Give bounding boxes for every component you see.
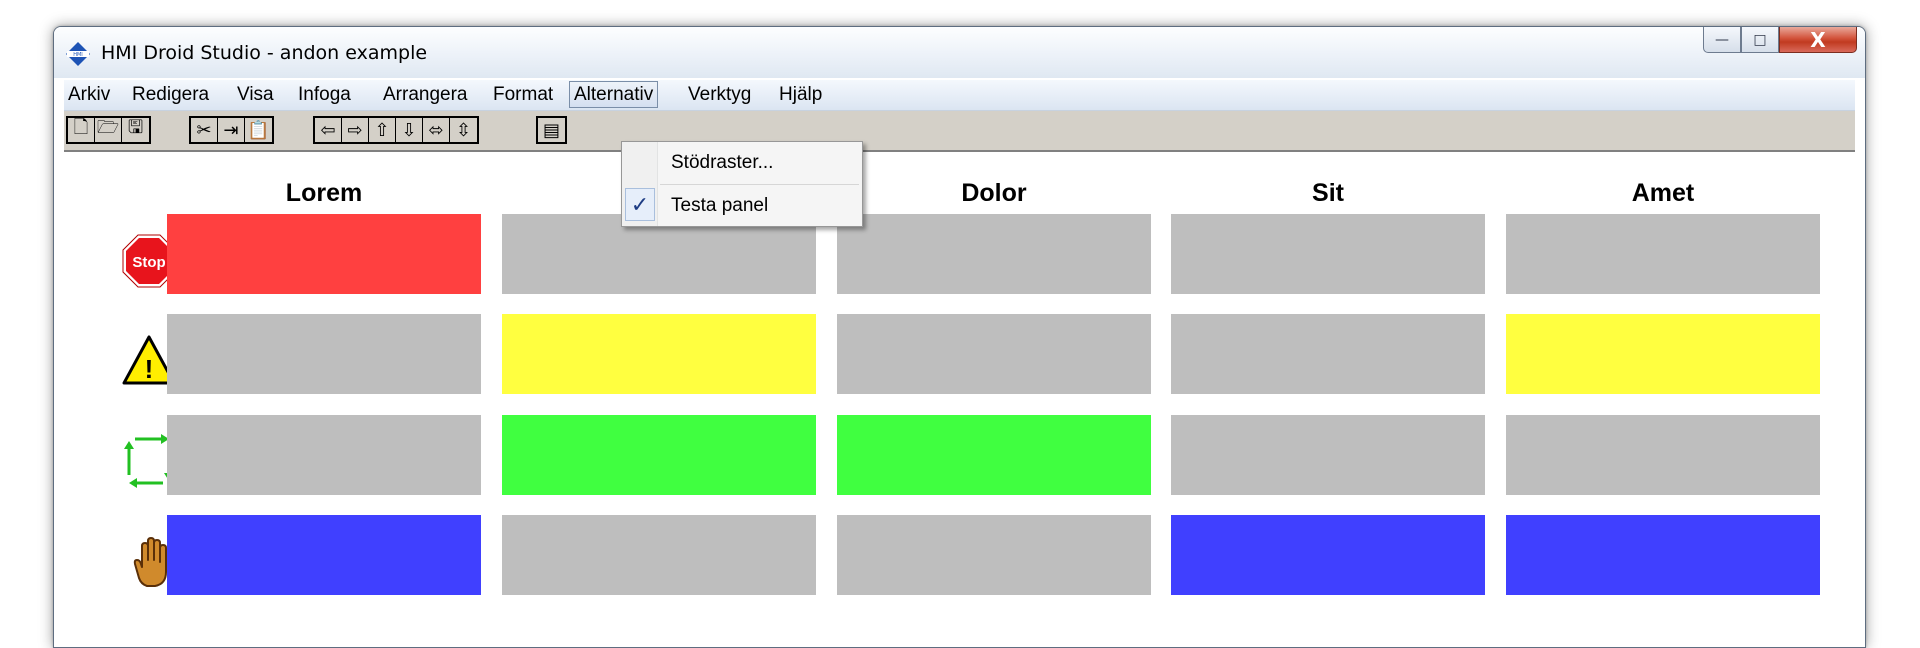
indicator-dolor-row4 (837, 515, 1151, 595)
close-button[interactable]: X (1779, 27, 1857, 53)
column-header-sit: Sit (1312, 179, 1344, 207)
stop-sign-text: Stop (132, 254, 165, 271)
open-folder-icon[interactable]: 🗁 (95, 117, 122, 142)
indicator-lorem-row1 (167, 214, 481, 294)
indicator-amet-row4 (1506, 515, 1820, 595)
arrow-horizontal-icon[interactable]: ⬄ (423, 118, 450, 142)
arrow-left-icon[interactable]: ⇦ (315, 118, 342, 142)
caption-buttons: — □ X (1703, 27, 1857, 55)
arrow-down-icon[interactable]: ⇩ (396, 118, 423, 142)
indicator-sit-row1 (1171, 214, 1485, 294)
new-icon[interactable]: 🗋 (68, 117, 95, 142)
toolbar-move-group: ⇦ ⇨ ⇧ ⇩ ⬄ ⇳ (313, 116, 479, 144)
indicator-lorem-row4 (167, 515, 481, 595)
menu-arrangera[interactable]: Arrangera (379, 81, 472, 108)
menu-arkiv[interactable]: Arkiv (64, 81, 114, 108)
align-icon[interactable]: ⇥ (218, 118, 245, 142)
toolbar: 🗋 🗁 🖫 ✂ ⇥ 📋 ⇦ ⇨ ⇧ ⇩ ⬄ ⇳ ▤ (64, 111, 1855, 152)
check-icon: ✓ (625, 188, 655, 221)
menu-alternativ[interactable]: Alternativ (569, 81, 659, 108)
indicator-ipsum-row2 (502, 314, 816, 394)
menu-item-testa-panel[interactable]: Testa panel (671, 195, 768, 217)
toolbar-file-group: 🗋 🗁 🖫 (66, 116, 151, 144)
hmi-droid-icon: HMI (66, 42, 90, 66)
cut-icon[interactable]: ✂ (191, 118, 218, 142)
arrow-vertical-icon[interactable]: ⇳ (450, 118, 477, 142)
menu-item-stodraster[interactable]: Stödraster... (671, 152, 773, 174)
menu-visa[interactable]: Visa (233, 81, 278, 108)
minimize-button[interactable]: — (1703, 27, 1741, 53)
menu-bar: Arkiv Redigera Visa Infoga Arrangera For… (64, 80, 1855, 111)
indicator-lorem-row3 (167, 415, 481, 495)
maximize-button[interactable]: □ (1741, 27, 1779, 53)
column-header-dolor: Dolor (961, 179, 1027, 207)
indicator-dolor-row2 (837, 314, 1151, 394)
svg-text:HMI: HMI (73, 52, 83, 58)
paste-icon[interactable]: 📋 (245, 118, 272, 142)
arrow-up-icon[interactable]: ⇧ (369, 118, 396, 142)
indicator-sit-row2 (1171, 314, 1485, 394)
menu-verktyg[interactable]: Verktyg (684, 81, 755, 108)
app-window: HMI HMI Droid Studio - andon example — □… (53, 26, 1866, 648)
indicator-sit-row3 (1171, 415, 1485, 495)
properties-icon[interactable]: ▤ (538, 118, 565, 142)
indicator-amet-row2 (1506, 314, 1820, 394)
menu-redigera[interactable]: Redigera (128, 81, 213, 108)
title-bar: HMI HMI Droid Studio - andon example — □… (54, 27, 1865, 78)
alternativ-dropdown-menu: Stödraster... ✓ Testa panel (621, 141, 863, 227)
dropdown-separator (660, 184, 859, 185)
indicator-dolor-row1 (837, 214, 1151, 294)
menu-format[interactable]: Format (489, 81, 557, 108)
column-header-lorem: Lorem (285, 179, 363, 207)
toolbar-edit-group: ✂ ⇥ 📋 (189, 116, 274, 144)
indicator-dolor-row3 (837, 415, 1151, 495)
indicator-ipsum-row3 (502, 415, 816, 495)
window-title: HMI Droid Studio - andon example (101, 42, 428, 64)
save-icon[interactable]: 🖫 (122, 117, 149, 142)
indicator-lorem-row2 (167, 314, 481, 394)
warning-icon-text: ! (145, 354, 154, 384)
menu-hjalp[interactable]: Hjälp (775, 81, 826, 108)
indicator-sit-row4 (1171, 515, 1485, 595)
indicator-ipsum-row4 (502, 515, 816, 595)
column-header-amet: Amet (1631, 179, 1695, 207)
toolbar-props-group: ▤ (536, 116, 567, 144)
indicator-amet-row1 (1506, 214, 1820, 294)
indicator-amet-row3 (1506, 415, 1820, 495)
menu-infoga[interactable]: Infoga (294, 81, 355, 108)
arrow-right-icon[interactable]: ⇨ (342, 118, 369, 142)
